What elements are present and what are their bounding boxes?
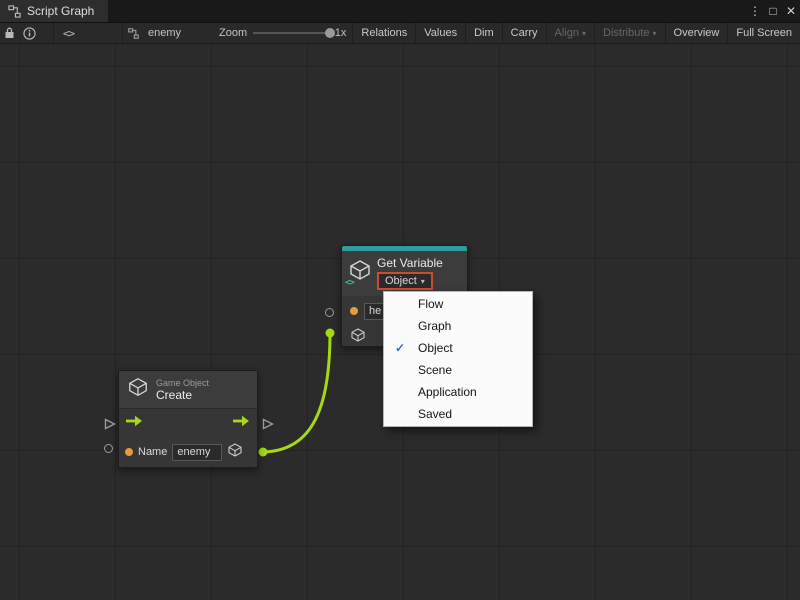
name-input-port[interactable] [104,444,113,453]
tab-script-graph[interactable]: Script Graph [0,0,108,22]
scope-menu-item-graph[interactable]: Graph [384,315,532,337]
flow-input-port[interactable] [104,417,116,435]
chevron-down-icon: ▾ [421,277,425,286]
window-menu-icon[interactable]: ⋮ [746,0,764,22]
wire-start-dot [259,448,268,457]
breadcrumb-graph-name[interactable]: enemy [142,27,187,39]
maximize-icon[interactable]: □ [764,0,782,22]
dim-button[interactable]: Dim [465,23,502,43]
scope-menu-item-object[interactable]: ✓ Object [384,337,532,359]
flow-in-arrow-icon [126,414,143,432]
wire-end-dot [326,329,335,338]
distribute-label: Distribute [603,27,649,39]
window-controls: ⋮ □ ✕ [746,0,800,22]
scope-menu-item-flow[interactable]: Flow [384,293,532,315]
get-variable-header: <> Get Variable Object ▾ [342,251,467,296]
fullscreen-label: Full Screen [736,27,792,39]
tab-label: Script Graph [27,4,94,18]
name-row: Name [119,437,257,467]
menu-item-label: Object [418,341,453,355]
toolbar-separator [122,23,123,43]
scope-menu-item-application[interactable]: Application [384,381,532,403]
code-view-icon[interactable]: <> [54,23,84,43]
variable-scope-dropdown[interactable]: Object ▾ [377,272,433,290]
create-gameobject-node[interactable]: Game Object Create [118,370,258,468]
overview-button[interactable]: Overview [665,23,728,43]
align-button: Align ▾ [546,23,594,43]
align-label: Align [555,27,579,39]
carry-label: Carry [511,27,538,39]
menu-item-label: Graph [418,319,451,333]
values-label: Values [424,27,457,39]
gameobject-output-cube-icon [227,442,243,463]
flow-row [119,409,257,437]
carry-button[interactable]: Carry [502,23,546,43]
menu-item-label: Application [418,385,477,399]
code-badge-icon: <> [345,278,354,288]
title-bar: Script Graph ⋮ □ ✕ [0,0,800,22]
scope-value: Object [385,275,417,287]
dim-label: Dim [474,27,494,39]
scope-menu-item-saved[interactable]: Saved [384,403,532,425]
node-title: Create [156,388,209,402]
variable-cube-icon: <> [348,258,372,282]
relations-button[interactable]: Relations [352,23,415,43]
flow-out-arrow-icon [233,414,250,432]
graph-icon [8,5,21,18]
close-icon[interactable]: ✕ [782,0,800,22]
overview-label: Overview [674,27,720,39]
info-icon[interactable] [19,23,38,43]
graph-toolbar: <> enemy Zoom 1x Relations Values Dim [0,22,800,44]
name-port-label: Name [138,446,167,458]
zoom-slider[interactable] [253,22,329,44]
chevron-down-icon: ▾ [653,29,657,38]
checkmark-icon: ✓ [395,337,405,359]
code-glyph: <> [63,27,74,40]
node-title: Get Variable [377,255,443,270]
variable-name-input-port[interactable] [325,308,334,317]
chevron-down-icon: ▾ [582,29,586,38]
flow-output-port[interactable] [262,417,274,435]
scope-menu-item-scene[interactable]: Scene [384,359,532,381]
zoom-label: Zoom [213,27,253,39]
menu-item-label: Scene [418,363,452,377]
script-graph-window: Script Graph ⋮ □ ✕ <> [0,0,800,600]
scope-dropdown-menu: Flow Graph ✓ Object Scene Application Sa… [383,291,533,427]
values-button[interactable]: Values [415,23,465,43]
string-literal-dot [125,448,133,456]
menu-item-label: Saved [418,407,452,421]
distribute-button: Distribute ▾ [594,23,664,43]
graph-breadcrumb-icon [124,23,142,43]
relations-label: Relations [361,27,407,39]
node-category: Game Object [156,378,209,388]
gameobject-cube-icon [350,327,366,348]
toolbar-buttons: Relations Values Dim Carry Align ▾ Distr… [352,23,800,43]
name-value-field[interactable] [172,444,222,461]
string-literal-dot [350,307,358,315]
zoom-slider-track [253,32,329,34]
fullscreen-button[interactable]: Full Screen [727,23,800,43]
gameobject-cube-icon [127,376,149,403]
menu-item-label: Flow [418,297,443,311]
create-node-header: Game Object Create [119,371,257,409]
graph-canvas[interactable]: <> Get Variable Object ▾ [0,44,800,600]
lock-icon[interactable] [0,23,19,43]
